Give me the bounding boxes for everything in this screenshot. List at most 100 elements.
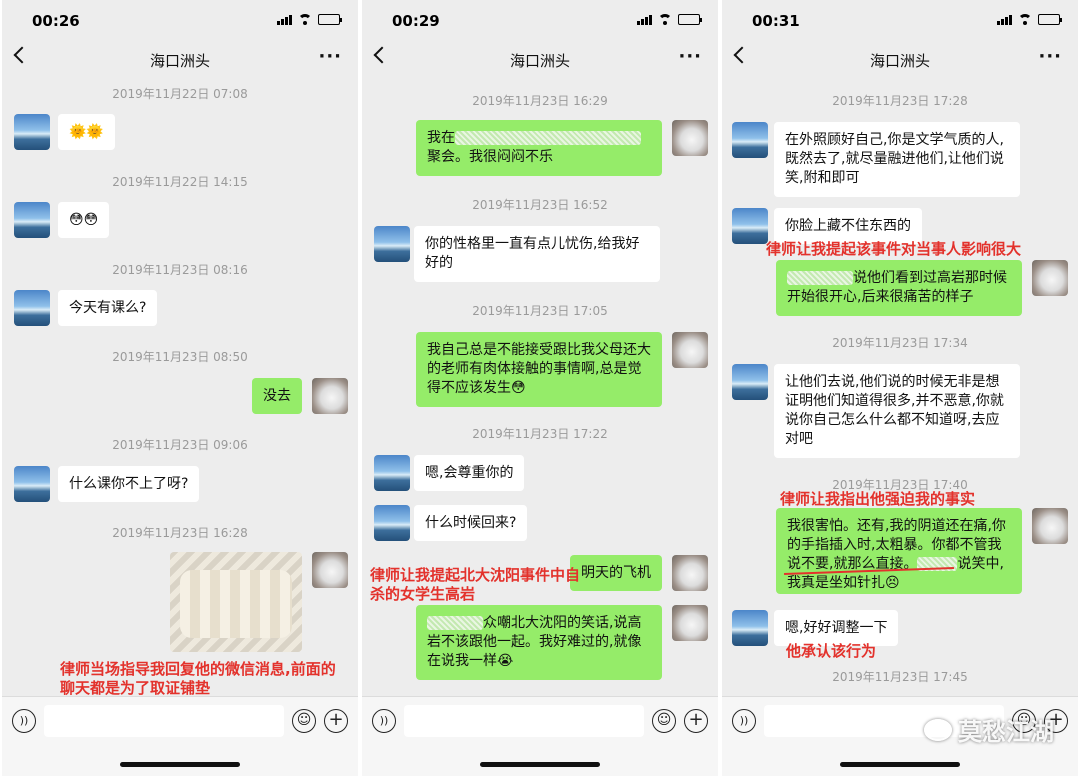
watermark-text: 莫愁江湖 bbox=[958, 718, 1054, 746]
status-time: 00:29 bbox=[392, 12, 440, 30]
status-bar: 00:26 bbox=[2, 0, 358, 40]
timestamp: 2019年11月22日 14:15 bbox=[112, 175, 248, 189]
contact-avatar[interactable] bbox=[374, 505, 410, 541]
home-indicator bbox=[120, 762, 240, 767]
signal-icon bbox=[997, 14, 1012, 25]
contact-avatar[interactable] bbox=[732, 364, 768, 400]
sent-message[interactable]: 没去 bbox=[252, 378, 302, 414]
emoji-icon[interactable]: ☺ bbox=[652, 709, 676, 733]
sent-message[interactable]: 众嘲北大沈阳的笑话,说高岩不该跟他一起。我好难过的,就像在说我一样😭 bbox=[416, 605, 662, 680]
chat-header: 海口洲头 ··· bbox=[722, 40, 1078, 80]
timestamp: 2019年11月22日 07:08 bbox=[112, 87, 248, 101]
voice-icon[interactable]: )) bbox=[732, 709, 756, 733]
contact-avatar[interactable] bbox=[732, 122, 768, 158]
message-input[interactable] bbox=[404, 705, 644, 737]
status-time: 00:31 bbox=[752, 12, 800, 30]
received-message[interactable]: 什么时候回来? bbox=[414, 505, 528, 541]
message-text: 聚会。我很闷闷不乐 bbox=[427, 149, 553, 165]
more-icon[interactable]: ··· bbox=[1038, 46, 1062, 67]
red-annotation: 他承认该行为 bbox=[786, 642, 877, 660]
timestamp: 2019年11月23日 17:22 bbox=[472, 427, 608, 441]
battery-icon bbox=[1038, 14, 1062, 25]
self-avatar[interactable] bbox=[1032, 508, 1068, 544]
sent-message[interactable]: 说他们看到过高岩那时候开始很开心,后来很痛苦的样子 bbox=[776, 260, 1022, 316]
sent-message[interactable]: 我在聚会。我很闷闷不乐 bbox=[416, 120, 662, 176]
chat-header: 海口洲头 ··· bbox=[2, 40, 358, 80]
received-message[interactable]: 什么课你不上了呀? bbox=[58, 466, 200, 502]
sent-message[interactable]: 我很害怕。还有,我的阴道还在痛,你的手指插入时,太粗暴。你都不管我说不要,就那么… bbox=[776, 508, 1022, 594]
received-message[interactable]: 嗯,好好调整一下 bbox=[774, 610, 899, 646]
red-annotation: 律师让我指出他强迫我的事实 bbox=[780, 490, 976, 508]
chat-title: 海口洲头 bbox=[869, 52, 930, 70]
battery-icon bbox=[678, 14, 702, 25]
received-message[interactable]: 今天有课么? bbox=[58, 290, 158, 326]
plus-icon[interactable]: + bbox=[684, 709, 708, 733]
red-annotation: 律师当场指导我回复他的微信消息,前面的聊天都是为了取证铺垫 bbox=[60, 660, 336, 697]
sent-message[interactable]: 明天的飞机 bbox=[570, 555, 662, 591]
voice-icon[interactable]: )) bbox=[12, 709, 36, 733]
timestamp: 2019年11月23日 16:29 bbox=[472, 94, 608, 108]
status-bar: 00:31 bbox=[722, 0, 1078, 40]
self-avatar[interactable] bbox=[312, 378, 348, 414]
knit-photo bbox=[180, 570, 292, 638]
wifi-icon bbox=[658, 14, 672, 25]
received-message[interactable]: 让他们去说,他们说的时候无非是想证明他们知道得很多,并不恶意,你就说你自己怎么什… bbox=[774, 364, 1020, 458]
received-message[interactable]: 在外照顾好自己,你是文学气质的人,既然去了,就尽量融进他们,让他们说笑,附和即可 bbox=[774, 122, 1020, 197]
chat-screen-1: 00:26 海口洲头 ··· 2019年11月22日 07:08 🌞🌞 2019… bbox=[2, 0, 358, 776]
wifi-icon bbox=[1018, 14, 1032, 25]
chat-title: 海口洲头 bbox=[149, 52, 210, 70]
self-avatar[interactable] bbox=[672, 605, 708, 641]
chat-header: 海口洲头 ··· bbox=[362, 40, 718, 80]
contact-avatar[interactable] bbox=[14, 290, 50, 326]
self-avatar[interactable] bbox=[672, 120, 708, 156]
watermark: 莫愁江湖 bbox=[924, 712, 1054, 747]
wechat-icon bbox=[924, 718, 952, 741]
self-avatar[interactable] bbox=[1032, 260, 1068, 296]
chat-title: 海口洲头 bbox=[509, 52, 570, 70]
timestamp: 2019年11月23日 17:05 bbox=[472, 304, 608, 318]
timestamp: 2019年11月23日 16:28 bbox=[112, 526, 248, 540]
emoji-icon[interactable]: ☺ bbox=[292, 709, 316, 733]
contact-avatar[interactable] bbox=[374, 455, 410, 491]
timestamp: 2019年11月23日 08:50 bbox=[112, 350, 248, 364]
redacted-text bbox=[455, 131, 641, 145]
contact-avatar[interactable] bbox=[14, 114, 50, 150]
timestamp: 2019年11月23日 16:52 bbox=[472, 198, 608, 212]
sent-image-message[interactable] bbox=[170, 552, 302, 652]
contact-avatar[interactable] bbox=[14, 466, 50, 502]
contact-avatar[interactable] bbox=[14, 202, 50, 238]
battery-icon bbox=[318, 14, 342, 25]
home-indicator bbox=[480, 762, 600, 767]
more-icon[interactable]: ··· bbox=[318, 46, 342, 67]
contact-avatar[interactable] bbox=[732, 610, 768, 646]
received-message[interactable]: 你脸上藏不住东西的 bbox=[774, 208, 922, 244]
timestamp: 2019年11月23日 17:28 bbox=[832, 94, 968, 108]
wifi-icon bbox=[298, 14, 312, 25]
more-icon[interactable]: ··· bbox=[678, 46, 702, 67]
timestamp: 2019年11月23日 17:45 bbox=[832, 670, 968, 684]
timestamp: 2019年11月23日 17:34 bbox=[832, 336, 968, 350]
self-avatar[interactable] bbox=[312, 552, 348, 588]
red-annotation: 律师让我提起北大沈阳事件中自杀的女学生高岩 bbox=[370, 566, 581, 603]
self-avatar[interactable] bbox=[672, 555, 708, 591]
self-avatar[interactable] bbox=[672, 332, 708, 368]
signal-icon bbox=[637, 14, 652, 25]
status-time: 00:26 bbox=[32, 12, 80, 30]
timestamp: 2019年11月23日 08:16 bbox=[112, 263, 248, 277]
plus-icon[interactable]: + bbox=[324, 709, 348, 733]
redacted-text bbox=[427, 616, 483, 630]
status-bar: 00:29 bbox=[362, 0, 718, 40]
received-message[interactable]: 😳😳 bbox=[58, 202, 110, 238]
chat-screen-3: 00:31 海口洲头 ··· 2019年11月23日 17:28 在外照顾好自己… bbox=[722, 0, 1078, 776]
received-message[interactable]: 🌞🌞 bbox=[58, 114, 115, 150]
sent-message[interactable]: 我自己总是不能接受跟比我父母还大的老师有肉体接触的事情啊,总是觉得不应该发生😳 bbox=[416, 332, 662, 407]
contact-avatar[interactable] bbox=[374, 226, 410, 262]
received-message[interactable]: 嗯,会尊重你的 bbox=[414, 455, 525, 491]
received-message[interactable]: 你的性格里一直有点儿忧伤,给我好好的 bbox=[414, 226, 660, 282]
contact-avatar[interactable] bbox=[732, 208, 768, 244]
message-input[interactable] bbox=[44, 705, 284, 737]
voice-icon[interactable]: )) bbox=[372, 709, 396, 733]
timestamp: 2019年11月23日 09:06 bbox=[112, 438, 248, 452]
chat-screen-2: 00:29 海口洲头 ··· 2019年11月23日 16:29 我在聚会。我很… bbox=[362, 0, 718, 776]
signal-icon bbox=[277, 14, 292, 25]
